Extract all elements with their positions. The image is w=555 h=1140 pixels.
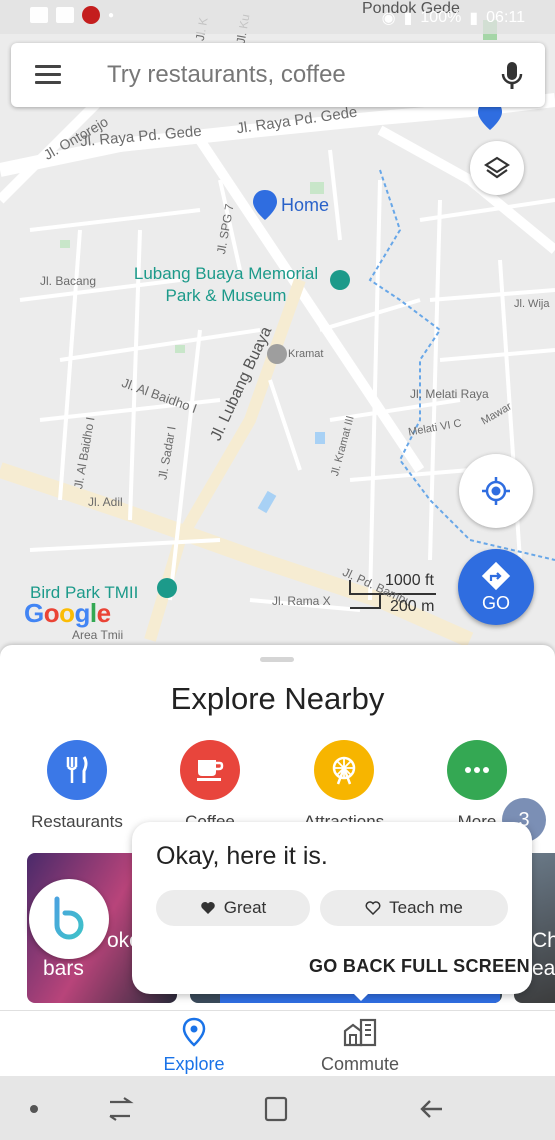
system-navigation-bar xyxy=(0,1076,555,1140)
tab-commute[interactable]: Commute xyxy=(300,1017,420,1075)
search-input[interactable]: Try restaurants, coffee xyxy=(107,61,346,89)
street-label: Jl. Adil xyxy=(88,495,123,509)
go-button[interactable]: GO xyxy=(458,549,534,625)
battery-percent: 100% xyxy=(420,9,462,26)
battery-icon: ▮ xyxy=(469,10,479,27)
mic-icon[interactable] xyxy=(501,61,523,91)
sheet-handle[interactable] xyxy=(260,657,294,662)
back-icon xyxy=(420,1100,442,1118)
bixby-icon xyxy=(54,896,84,940)
teach-me-button[interactable]: Teach me xyxy=(320,890,508,926)
heart-filled-icon xyxy=(200,902,215,914)
location-icon: ◉ xyxy=(381,10,396,27)
commute-icon xyxy=(343,1018,377,1047)
bixby-message: Okay, here it is. xyxy=(156,842,328,870)
category-label: Restaurants xyxy=(31,812,123,831)
assistant-dot-icon xyxy=(30,1105,38,1113)
street-label: Jl. Wija xyxy=(514,298,550,310)
home-icon xyxy=(264,1096,288,1122)
layers-button[interactable] xyxy=(470,141,524,195)
go-back-button[interactable]: GO BACK xyxy=(309,956,396,977)
system-nav-icons xyxy=(30,1096,442,1122)
card-title-partial-2: ea xyxy=(532,957,555,980)
great-label: Great xyxy=(223,898,267,917)
clock: 06:11 xyxy=(486,9,525,26)
directions-icon xyxy=(481,561,511,591)
google-logo: Google xyxy=(24,598,111,628)
signal-icon: ▮ xyxy=(403,10,413,27)
status-bar: ● Pondok Gede ◉ ▮ 100% ▮ 06:11 xyxy=(0,0,555,34)
street-label: Jl. Bacang xyxy=(40,274,97,288)
category-attractions[interactable]: Attractions xyxy=(284,740,404,832)
street-label: Area Tmii xyxy=(72,628,124,642)
menu-icon[interactable] xyxy=(35,65,61,85)
tab-commute-label: Commute xyxy=(320,1054,400,1074)
bixby-response-card: Okay, here it is. Great Teach me GO BACK… xyxy=(132,822,532,1001)
card-title-partial: Ch xyxy=(532,929,555,952)
crosshair-icon xyxy=(482,477,510,505)
search-bar[interactable]: Try restaurants, coffee xyxy=(11,43,545,107)
street-label: Kramat xyxy=(288,348,324,360)
category-coffee[interactable]: Coffee xyxy=(150,740,270,832)
bixby-button[interactable] xyxy=(29,879,109,959)
go-label: GO xyxy=(481,593,510,613)
my-location-button[interactable] xyxy=(459,454,533,528)
more-dots-icon xyxy=(447,740,507,800)
restaurant-icon xyxy=(47,740,107,800)
category-restaurants[interactable]: Restaurants xyxy=(17,740,137,832)
heart-outline-icon xyxy=(365,901,381,915)
app-notification-icon xyxy=(82,6,100,24)
more-notifications-icon: ● xyxy=(108,9,115,21)
tab-explore[interactable]: Explore xyxy=(134,1017,254,1075)
teach-me-label: Teach me xyxy=(389,898,463,917)
poi-home-label[interactable]: Home xyxy=(281,195,329,216)
scale-m: 200 m xyxy=(390,598,435,615)
bottom-navigation: Explore Commute xyxy=(0,1010,555,1076)
full-screen-button[interactable]: FULL SCREEN xyxy=(401,956,530,977)
location-pin-icon xyxy=(182,1017,206,1047)
sheet-title: Explore Nearby xyxy=(170,681,385,716)
tab-explore-label: Explore xyxy=(163,1054,225,1074)
street-label: Jl. Melati Raya xyxy=(410,387,489,401)
poi-museum-line2: Park & Museum xyxy=(165,286,287,305)
layers-icon xyxy=(484,156,510,179)
coffee-icon xyxy=(180,740,240,800)
great-button[interactable]: Great xyxy=(156,890,310,926)
card-title-line2: bars xyxy=(43,957,84,980)
recents-icon xyxy=(109,1097,134,1121)
gallery-icon xyxy=(30,7,48,23)
scale-ft: 1000 ft xyxy=(385,572,434,589)
popup-pointer xyxy=(352,992,370,1001)
ferris-wheel-icon xyxy=(314,740,374,800)
poi-museum-line1: Lubang Buaya Memorial xyxy=(133,264,319,283)
street-label: Jl. Rama X xyxy=(272,594,331,608)
poi-museum-label[interactable]: Lubang Buaya Memorial Park & Museum xyxy=(122,263,330,307)
flag-icon xyxy=(56,7,74,23)
